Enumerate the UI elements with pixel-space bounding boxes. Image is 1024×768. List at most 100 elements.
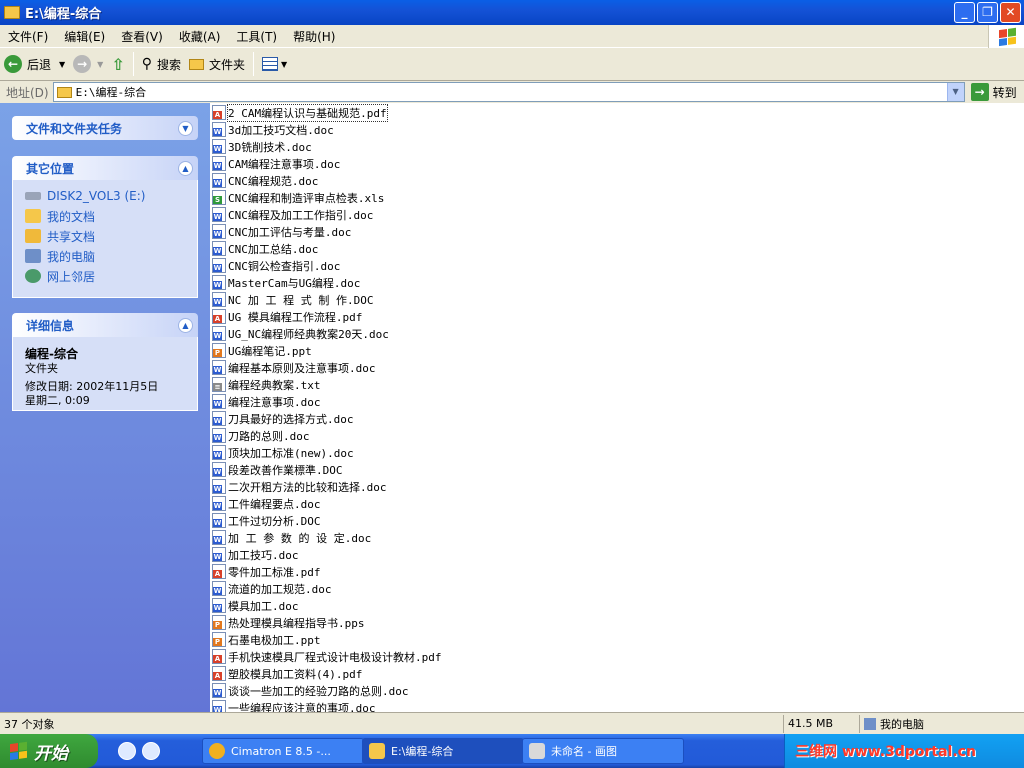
file-item[interactable]: W MasterCam与UG编程.doc <box>210 274 1024 291</box>
computer-icon <box>25 249 41 263</box>
file-item[interactable]: A 零件加工标准.pdf <box>210 563 1024 580</box>
file-item[interactable]: S CNC编程和制造评审点检表.xls <box>210 189 1024 206</box>
file-item[interactable]: A UG 模具编程工作流程.pdf <box>210 308 1024 325</box>
menu-favorites[interactable]: 收藏(A) <box>171 28 229 45</box>
status-location-label: 我的电脑 <box>880 717 924 731</box>
file-name: 2 CAM编程认识与基础规范.pdf <box>227 103 388 122</box>
collapse-chevron-icon[interactable]: ▲ <box>178 317 193 333</box>
file-item[interactable]: A2 CAM编程认识与基础规范.pdf <box>210 103 1024 122</box>
menu-file[interactable]: 文件(F) <box>0 28 56 45</box>
file-name: CNC编程和制造评审点检表.xls <box>228 191 385 205</box>
file-item[interactable]: A 塑胶模具加工资料(4).pdf <box>210 665 1024 682</box>
file-item[interactable]: W 顶块加工标准(new).doc <box>210 444 1024 461</box>
place-link-drive[interactable]: DISK2_VOL3 (E:) <box>25 186 185 206</box>
minimize-button[interactable]: _ <box>954 2 975 23</box>
place-label: 共享文档 <box>47 229 96 244</box>
file-item[interactable]: W 刀路的总则.doc <box>210 427 1024 444</box>
xls-file-icon: S <box>212 190 226 205</box>
taskbar-item-explorer[interactable]: E:\编程-综合 <box>362 738 524 764</box>
file-item[interactable]: W 编程注意事项.doc <box>210 393 1024 410</box>
file-item[interactable]: W CAM编程注意事项.doc <box>210 155 1024 172</box>
go-button[interactable]: → 转到 <box>970 83 1017 101</box>
file-list[interactable]: A2 CAM编程认识与基础规范.pdf W 3d加工技巧文档.doc W 3D铣削技术.… <box>210 103 1024 712</box>
file-name: 零件加工标准.pdf <box>228 565 321 579</box>
file-item[interactable]: W加 工 参 数 的 设 定.doc <box>210 529 1024 546</box>
menu-tools[interactable]: 工具(T) <box>228 28 285 45</box>
ie-quicklaunch-icon[interactable] <box>118 742 136 760</box>
chevron-down-icon[interactable]: ▼ <box>946 83 964 101</box>
up-folder-button[interactable]: ⇧ <box>107 51 128 77</box>
chevron-down-icon[interactable]: ▼ <box>59 60 65 69</box>
file-item[interactable]: W 刀具最好的选择方式.doc <box>210 410 1024 427</box>
folder-icon <box>56 86 72 98</box>
search-button[interactable]: ⚲ 搜索 <box>138 51 185 77</box>
toolbar: ← 后退 ▼ → ▼ ⇧ ⚲ 搜索 文件夹 ▼ <box>0 48 1024 81</box>
file-item[interactable]: P UG编程笔记.ppt <box>210 342 1024 359</box>
file-item[interactable]: W 工件编程要点.doc <box>210 495 1024 512</box>
collapse-chevron-icon[interactable]: ▲ <box>178 160 193 176</box>
title-bar[interactable]: E:\编程-综合 _ ❐ ✕ <box>0 0 1024 25</box>
maximize-button[interactable]: ❐ <box>977 2 998 23</box>
file-item[interactable]: P 石墨电极加工.ppt <box>210 631 1024 648</box>
file-name: 模具加工.doc <box>228 599 299 613</box>
file-name: 段差改善作業標準.DOC <box>228 463 343 477</box>
file-item[interactable]: W 编程基本原则及注意事项.doc <box>210 359 1024 376</box>
file-item[interactable]: W 段差改善作業標準.DOC <box>210 461 1024 478</box>
place-link-network[interactable]: 网上邻居 <box>25 266 185 286</box>
file-item[interactable]: W 模具加工.doc <box>210 597 1024 614</box>
file-name: CNC铜公检查指引.doc <box>228 259 341 273</box>
file-item[interactable]: P 热处理模具编程指导书.pps <box>210 614 1024 631</box>
file-item[interactable]: W CNC编程规范.doc <box>210 172 1024 189</box>
file-name: 热处理模具编程指导书.pps <box>228 616 365 630</box>
chevron-down-icon[interactable]: ▼ <box>281 60 287 69</box>
doc-file-icon: W <box>212 513 226 528</box>
file-name: NC 加 工 程 式 制 作.DOC <box>228 293 374 307</box>
address-input[interactable]: E:\编程-综合 ▼ <box>52 82 965 102</box>
ie-quicklaunch-icon-2[interactable] <box>142 742 160 760</box>
views-button[interactable]: ▼ <box>258 51 291 77</box>
file-item[interactable]: W 谈谈一些加工的经验刀路的总则.doc <box>210 682 1024 699</box>
file-item[interactable]: W CNC编程及加工工作指引.doc <box>210 206 1024 223</box>
file-item[interactable]: W CNC铜公检查指引.doc <box>210 257 1024 274</box>
place-link-my-computer[interactable]: 我的电脑 <box>25 246 185 266</box>
chevron-down-icon[interactable]: ▼ <box>97 60 103 69</box>
expand-chevron-icon[interactable]: ▼ <box>178 120 193 136</box>
back-button[interactable]: ← 后退 ▼ <box>0 51 69 77</box>
place-link-shared-documents[interactable]: 共享文档 <box>25 226 185 246</box>
menu-view[interactable]: 查看(V) <box>113 28 171 45</box>
file-item[interactable]: W NC 加 工 程 式 制 作.DOC <box>210 291 1024 308</box>
doc-file-icon: W <box>212 292 226 307</box>
file-name: 3D铣削技术.doc <box>228 140 312 154</box>
file-item[interactable]: W 一些编程应该注意的事项.doc <box>210 699 1024 712</box>
file-item[interactable]: W CNC加工总结.doc <box>210 240 1024 257</box>
menu-edit[interactable]: 编辑(E) <box>56 28 113 45</box>
file-item[interactable]: ≡ 编程经典教案.txt <box>210 376 1024 393</box>
taskbar-item-paint[interactable]: 未命名 - 画图 <box>522 738 684 764</box>
file-item[interactable]: W CNC加工评估与考量.doc <box>210 223 1024 240</box>
place-link-my-documents[interactable]: 我的文档 <box>25 206 185 226</box>
task-label: Cimatron E 8.5 -... <box>231 744 331 758</box>
file-item[interactable]: W 工件过切分析.DOC <box>210 512 1024 529</box>
file-item[interactable]: W UG_NC编程师经典教案20天.doc <box>210 325 1024 342</box>
file-item[interactable]: W 3D铣削技术.doc <box>210 138 1024 155</box>
search-icon: ⚲ <box>141 56 152 72</box>
start-button[interactable]: 开始 <box>0 734 98 768</box>
file-name: 石墨电极加工.ppt <box>228 633 321 647</box>
file-item[interactable]: W 加工技巧.doc <box>210 546 1024 563</box>
folders-button[interactable]: 文件夹 <box>185 51 249 77</box>
go-label: 转到 <box>992 85 1017 100</box>
details-header[interactable]: 详细信息 ▲ <box>12 313 198 337</box>
menu-help[interactable]: 帮助(H) <box>285 28 343 45</box>
doc-file-icon: W <box>212 479 226 494</box>
back-label: 后退 <box>27 57 52 72</box>
taskbar-item-cimatron[interactable]: Cimatron E 8.5 -... <box>202 738 364 764</box>
window-title: E:\编程-综合 <box>25 7 102 22</box>
close-button[interactable]: ✕ <box>1000 2 1021 23</box>
file-item[interactable]: W 流道的加工规范.doc <box>210 580 1024 597</box>
other-places-header[interactable]: 其它位置 ▲ <box>12 156 198 180</box>
tasks-panel-header[interactable]: 文件和文件夹任务 ▼ <box>12 116 198 140</box>
file-item[interactable]: W 二次开粗方法的比较和选择.doc <box>210 478 1024 495</box>
file-item[interactable]: W 3d加工技巧文档.doc <box>210 121 1024 138</box>
forward-button[interactable]: → ▼ <box>69 51 107 77</box>
file-item[interactable]: A 手机快速模具厂程式设计电极设计教材.pdf <box>210 648 1024 665</box>
